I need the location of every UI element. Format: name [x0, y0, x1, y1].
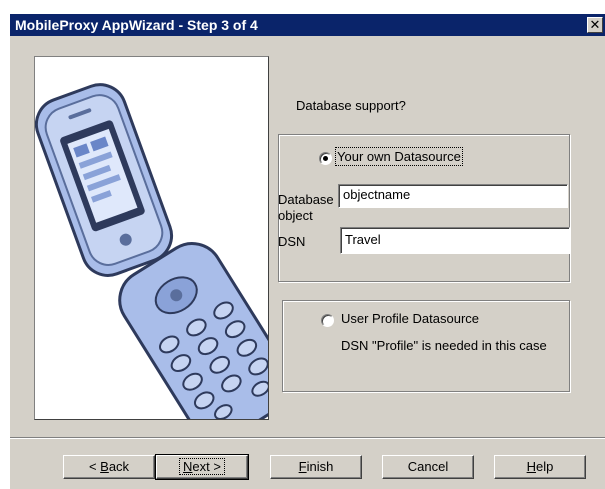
help-accel: H: [526, 459, 537, 474]
radio-selected-dot: [323, 156, 328, 161]
next-rest: ext >: [192, 459, 221, 474]
own-datasource-radio[interactable]: [319, 152, 332, 165]
window-title: MobileProxy AppWizard - Step 3 of 4: [15, 17, 258, 33]
back-button[interactable]: < Back: [63, 455, 155, 479]
own-datasource-label[interactable]: Your own Datasource: [335, 147, 463, 166]
database-object-field[interactable]: objectname: [338, 184, 568, 208]
question-label: Database support?: [296, 98, 406, 113]
cancel-button[interactable]: Cancel: [382, 455, 474, 479]
profile-datasource-note: DSN "Profile" is needed in this case: [341, 338, 547, 353]
back-rest: ack: [108, 459, 130, 474]
next-button[interactable]: Next >: [155, 454, 249, 480]
wizard-dialog: MobileProxy AppWizard - Step 3 of 4 ✕ Da…: [8, 12, 605, 489]
help-rest: elp: [536, 459, 554, 474]
finish-rest: inish: [306, 459, 334, 474]
dsn-label: DSN: [278, 234, 306, 249]
back-prefix: <: [88, 459, 101, 474]
next-inner: Next >: [179, 458, 225, 475]
profile-datasource-radio[interactable]: [321, 314, 334, 327]
help-button[interactable]: Help: [494, 455, 586, 479]
database-object-label-line1: Database: [278, 192, 334, 207]
button-separator: [10, 437, 605, 439]
title-bar: MobileProxy AppWizard - Step 3 of 4 ✕: [10, 14, 605, 36]
dsn-field[interactable]: Travel: [340, 227, 570, 254]
wizard-image: [34, 56, 269, 420]
next-accel: N: [183, 459, 193, 474]
finish-accel: F: [298, 459, 307, 474]
back-accel: B: [100, 459, 109, 474]
close-icon[interactable]: ✕: [587, 17, 603, 33]
finish-button[interactable]: Finish: [270, 455, 362, 479]
database-object-label-line2: object: [278, 208, 313, 223]
profile-datasource-label[interactable]: User Profile Datasource: [341, 311, 479, 326]
flip-phone-icon: [35, 83, 268, 419]
